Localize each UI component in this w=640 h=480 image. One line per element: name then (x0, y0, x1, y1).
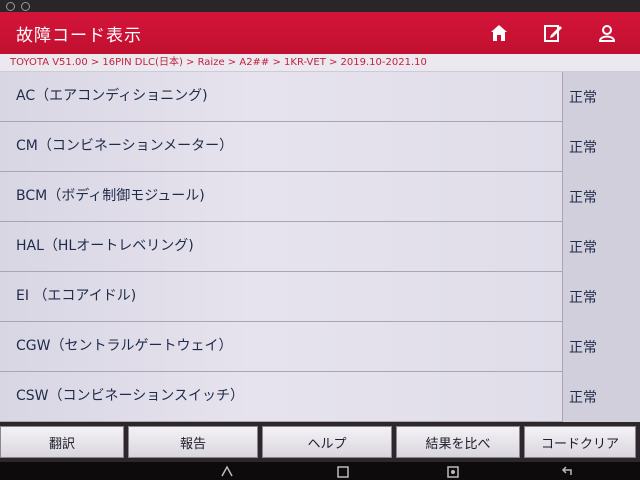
list-item[interactable]: CSW（コンビネーションスイッチ） 正常 (0, 372, 640, 422)
status-badge: 正常 (563, 172, 640, 222)
bottom-toolbar: 翻訳 報告 ヘルプ 結果を比べ コードクリア (0, 422, 640, 462)
status-badge: 正常 (563, 372, 640, 422)
status-badge: 正常 (563, 322, 640, 372)
clear-codes-button[interactable]: コードクリア (524, 426, 636, 458)
user-button[interactable] (586, 12, 628, 54)
status-badge: 正常 (563, 222, 640, 272)
compare-results-button[interactable]: 結果を比べ (396, 426, 520, 458)
list-item[interactable]: AC（エアコンディショニング) 正常 (0, 72, 640, 122)
status-icons (6, 0, 30, 12)
screenshot-icon[interactable] (446, 464, 460, 478)
notification-icon (21, 1, 30, 11)
report-edit-button[interactable] (532, 12, 574, 54)
status-badge: 正常 (563, 72, 640, 122)
list-item[interactable]: CM（コンビネーションメーター） 正常 (0, 122, 640, 172)
edit-report-icon (544, 25, 562, 42)
system-status-list: AC（エアコンディショニング) 正常 CM（コンビネーションメーター） 正常 B… (0, 72, 640, 422)
list-item[interactable]: CGW（セントラルゲートウェイ） 正常 (0, 322, 640, 372)
translate-button[interactable]: 翻訳 (0, 426, 124, 458)
system-name: AC（エアコンディショニング) (16, 88, 208, 104)
system-name: CSW（コンビネーションスイッチ） (16, 388, 244, 404)
list-item[interactable]: HAL（HLオートレベリング) 正常 (0, 222, 640, 272)
system-name: CGW（セントラルゲートウェイ） (16, 338, 233, 354)
list-item[interactable]: EI （エコアイドル) 正常 (0, 272, 640, 322)
list-item[interactable]: BCM（ボディ制御モジュール) 正常 (0, 172, 640, 222)
home-icon (491, 25, 507, 41)
report-button[interactable]: 報告 (128, 426, 258, 458)
breadcrumb: TOYOTA V51.00 > 16PIN DLC(日本) > Raize > … (0, 54, 640, 72)
notification-icon (6, 1, 15, 11)
status-badge: 正常 (563, 272, 640, 322)
back-triangle-icon[interactable] (220, 464, 234, 478)
android-nav-bar (0, 462, 640, 480)
system-name: CM（コンビネーションメーター） (16, 138, 234, 154)
page-title: 故障コード表示 (16, 25, 142, 46)
status-badge: 正常 (563, 122, 640, 172)
system-name: BCM（ボディ制御モジュール) (16, 188, 205, 204)
system-name: HAL（HLオートレベリング) (16, 238, 194, 254)
status-bar (0, 0, 640, 12)
help-button[interactable]: ヘルプ (262, 426, 392, 458)
home-square-icon[interactable] (336, 464, 350, 478)
user-icon (598, 25, 616, 42)
return-arrow-icon[interactable] (560, 464, 574, 478)
home-button[interactable] (478, 12, 520, 54)
title-bar: 故障コード表示 (0, 12, 640, 54)
system-name: EI （エコアイドル) (16, 288, 137, 304)
